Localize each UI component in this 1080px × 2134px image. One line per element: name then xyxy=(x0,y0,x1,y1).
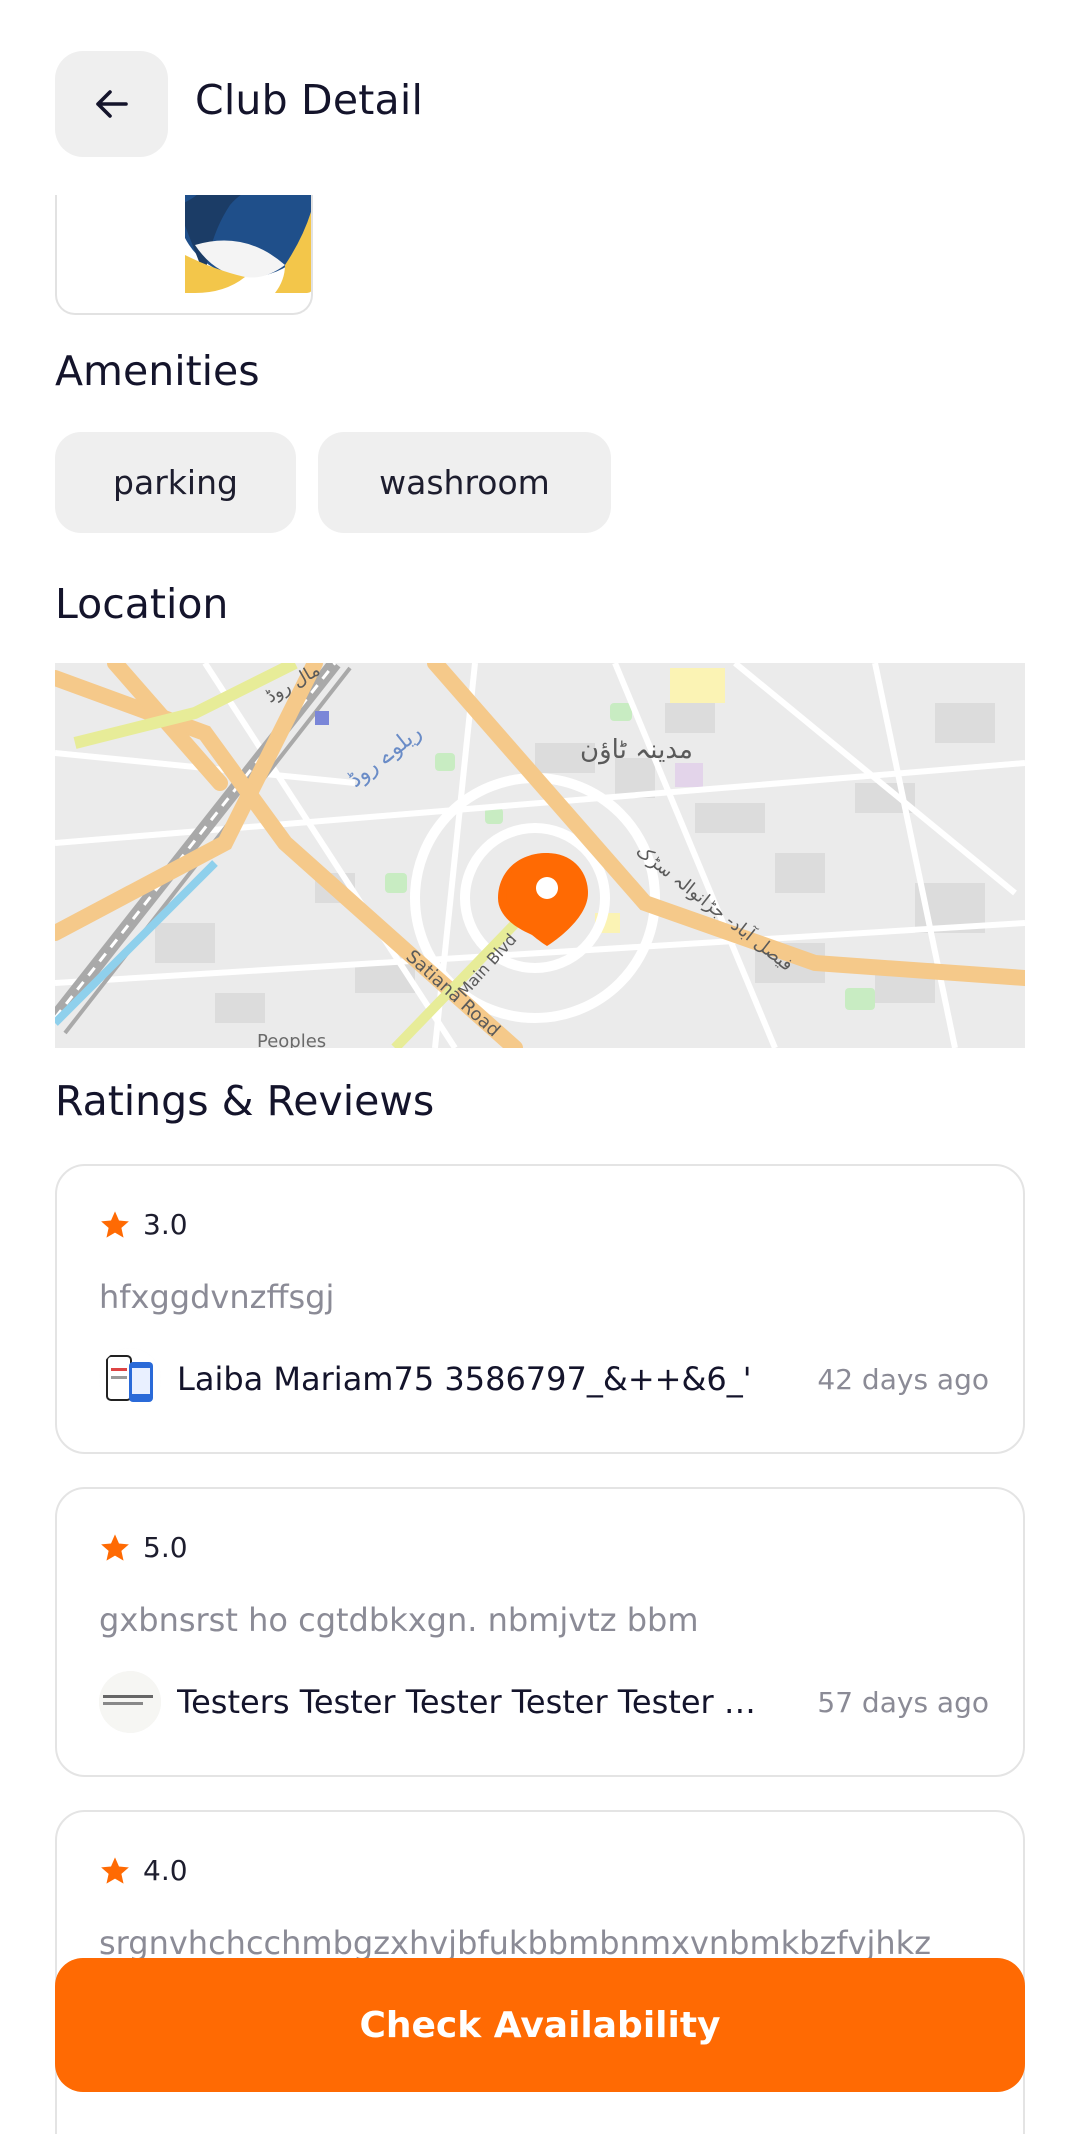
review-card: 3.0 hfxggdvnzffsgj Laiba Mariam75 358679… xyxy=(55,1164,1025,1454)
avatar xyxy=(99,1671,161,1733)
avatar xyxy=(99,1348,161,1410)
star-icon xyxy=(101,1210,129,1238)
star-icon xyxy=(101,1533,129,1561)
review-text: gxbnsrst ho cgtdbkxgn. nbmjvtz bbm xyxy=(99,1601,699,1639)
page-title: Club Detail xyxy=(195,76,424,124)
club-photo-card[interactable] xyxy=(55,195,313,315)
reviewer-name: Laiba Mariam75 3586797_&++&6_' xyxy=(177,1360,752,1398)
review-time: 42 days ago xyxy=(817,1362,989,1396)
location-map[interactable]: مدینہ ٹاؤن فیصل آباد- جڑانوالہ سڑک Satia… xyxy=(55,663,1025,1048)
back-button[interactable] xyxy=(55,51,168,157)
club-detail-content[interactable]: Amenities parking washroom Location مدین… xyxy=(0,195,1080,2134)
top-app-bar: Club Detail xyxy=(0,0,1080,195)
rating-value: 3.0 xyxy=(143,1208,188,1241)
ratings-reviews-title: Ratings & Reviews xyxy=(55,1077,435,1125)
map-label-road-6: Peoples xyxy=(257,1031,326,1048)
amenities-title: Amenities xyxy=(55,347,260,395)
reviewer-name: Testers Tester Tester Tester Tester Test… xyxy=(177,1683,767,1721)
location-title: Location xyxy=(55,580,229,628)
back-arrow-icon xyxy=(95,90,128,118)
review-time: 57 days ago xyxy=(817,1685,989,1719)
star-icon xyxy=(101,1856,129,1884)
volleyball-image xyxy=(185,195,311,293)
amenity-chip-parking: parking xyxy=(55,432,296,533)
rating-value: 5.0 xyxy=(143,1531,188,1564)
check-availability-button[interactable]: Check Availability xyxy=(55,1958,1025,2092)
rating-value: 4.0 xyxy=(143,1854,188,1887)
review-card: 5.0 gxbnsrst ho cgtdbkxgn. nbmjvtz bbm T… xyxy=(55,1487,1025,1777)
amenity-chip-washroom: washroom xyxy=(318,432,611,533)
review-text: hfxggdvnzffsgj xyxy=(99,1278,335,1316)
review-text: srgnvhchcchmbgzxhvjbfukbbmbnmxvnbmkbzfvj… xyxy=(99,1924,931,1962)
map-label-area: مدینہ ٹاؤن xyxy=(580,735,693,765)
